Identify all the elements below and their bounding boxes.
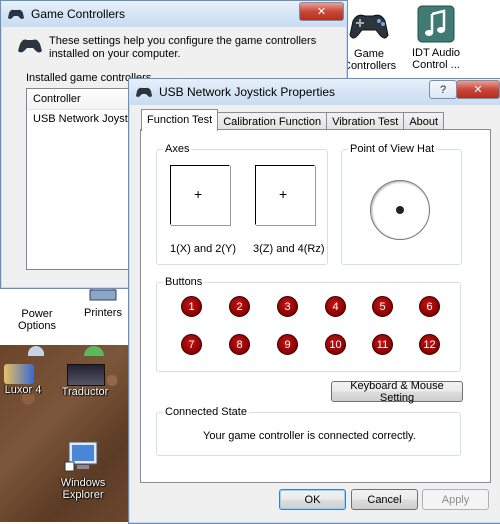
axis-zrz-caption: 3(Z) and 4(Rz) xyxy=(253,243,325,255)
idt-audio-icon-item[interactable]: IDT Audio Control ... xyxy=(406,4,466,71)
apply-button[interactable]: Apply xyxy=(422,489,489,510)
function-test-page: Axes + + 1(X) and 2(Y) 3(Z) and 4(Rz) Po… xyxy=(140,129,491,483)
joystick-button-11: 11 xyxy=(372,334,393,355)
luxor-icon xyxy=(4,364,34,384)
gamepad-icon xyxy=(8,9,24,19)
axis-xy-crosshair: + xyxy=(194,186,203,202)
desktop-icon-traductor[interactable]: Traductor xyxy=(58,364,112,398)
controllers-listview[interactable]: Controller USB Network Joystick xyxy=(26,88,136,270)
help-icon: ? xyxy=(439,83,447,96)
gamepad-icon xyxy=(18,39,42,53)
joystick-button-9: 9 xyxy=(277,334,298,355)
axis-xy-caption: 1(X) and 2(Y) xyxy=(170,243,237,255)
joystick-button-7: 7 xyxy=(181,334,202,355)
control-panel-item-icon xyxy=(28,346,44,356)
joystick-button-6: 6 xyxy=(419,296,440,317)
idt-audio-label-2: Control ... xyxy=(412,59,460,71)
properties-close-button[interactable]: ✕ xyxy=(456,80,500,99)
joystick-properties-window: USB Network Joystick Properties ? ✕ Func… xyxy=(128,78,500,524)
pov-hat-dot xyxy=(396,206,404,214)
column-controller-label: Controller xyxy=(33,93,81,105)
game-controllers-label-1: Game xyxy=(354,48,384,60)
close-icon: ✕ xyxy=(473,84,483,96)
windows-explorer-label-1: Windows xyxy=(60,477,106,489)
printers-label: Printers xyxy=(84,307,122,319)
connected-state-text: Your game controller is connected correc… xyxy=(203,430,416,442)
power-options-icon-item[interactable]: Power Options xyxy=(12,286,62,332)
axis-zrz-crosshair: + xyxy=(279,186,288,202)
windows-explorer-label-2: Explorer xyxy=(62,489,104,501)
connected-state-group: Connected State Your game controller is … xyxy=(156,406,461,456)
joystick-button-2: 2 xyxy=(229,296,250,317)
joystick-button-3: 3 xyxy=(277,296,298,317)
traductor-label: Traductor xyxy=(61,386,109,398)
gamepad-icon xyxy=(136,87,152,97)
gamepad-icon xyxy=(349,14,389,39)
column-header-controller[interactable]: Controller xyxy=(27,89,135,110)
axes-group: Axes + + 1(X) and 2(Y) 3(Z) and 4(Rz) xyxy=(156,143,328,265)
controller-name: USB Network Joystick xyxy=(33,113,135,125)
joystick-button-4: 4 xyxy=(325,296,346,317)
power-options-label-1: Power xyxy=(21,308,53,320)
list-item[interactable]: USB Network Joystick xyxy=(27,110,135,128)
axis-zrz-box: + xyxy=(255,165,315,225)
tab-function-test[interactable]: Function Test xyxy=(141,109,219,131)
desktop-icon-windows-explorer[interactable]: Windows Explorer xyxy=(56,440,110,501)
windows-explorer-icon xyxy=(64,441,98,472)
pov-hat-label: Point of View Hat xyxy=(348,143,437,155)
help-button[interactable]: ? xyxy=(429,80,457,99)
joystick-button-10: 10 xyxy=(325,334,346,355)
luxor-label: Luxor 4 xyxy=(4,384,42,396)
buttons-label: Buttons xyxy=(163,276,205,288)
tab-strip: Function Test Calibration Function Vibra… xyxy=(141,109,445,131)
cancel-button[interactable]: Cancel xyxy=(351,489,418,510)
idt-audio-label-1: IDT Audio xyxy=(411,47,461,59)
ok-button[interactable]: OK xyxy=(279,489,346,510)
game-controllers-description: These settings help you configure the ga… xyxy=(49,35,317,60)
music-note-icon xyxy=(417,5,455,43)
joystick-button-12: 12 xyxy=(419,334,440,355)
game-controllers-title: Game Controllers xyxy=(31,7,126,21)
traductor-icon xyxy=(67,364,105,386)
connected-state-label: Connected State xyxy=(163,406,249,418)
axis-xy-box: + xyxy=(170,165,230,225)
pov-hat-group: Point of View Hat xyxy=(341,143,462,265)
game-controllers-titlebar[interactable]: Game Controllers xyxy=(1,1,347,27)
axes-label: Axes xyxy=(163,143,192,155)
keyboard-mouse-setting-button[interactable]: Keyboard & Mouse Setting xyxy=(331,380,463,404)
buttons-group: Buttons 1 2 3 4 5 6 7 8 9 10 11 12 xyxy=(156,276,461,372)
properties-title: USB Network Joystick Properties xyxy=(159,85,336,99)
pov-hat-indicator xyxy=(370,180,430,240)
game-controllers-icon-item[interactable]: Game Controllers xyxy=(343,5,397,72)
joystick-button-8: 8 xyxy=(229,334,250,355)
desktop-icon-luxor[interactable]: Luxor 4 xyxy=(0,364,46,396)
power-options-label-2: Options xyxy=(18,320,56,332)
game-controllers-label-2: Controllers xyxy=(343,60,397,72)
joystick-button-1: 1 xyxy=(181,296,202,317)
game-controllers-close-button[interactable]: ✕ xyxy=(299,2,344,21)
joystick-button-5: 5 xyxy=(372,296,393,317)
close-icon: ✕ xyxy=(316,6,327,18)
